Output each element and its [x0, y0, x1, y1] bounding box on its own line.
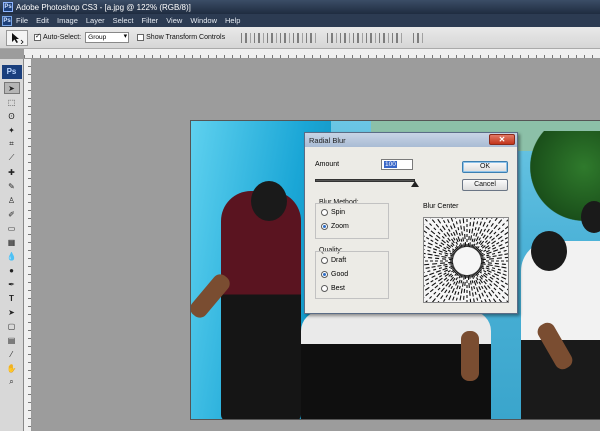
options-bar: Auto-Select: Group Show Transform Contro… — [0, 27, 600, 49]
window-title: Adobe Photoshop CS3 - [a.jpg @ 122% (RGB… — [16, 2, 191, 12]
show-transform-checkbox[interactable] — [137, 34, 145, 41]
draft-radio[interactable] — [321, 257, 328, 264]
radial-blur-dialog: Radial Blur ✕ Amount 100 OK Cancel Blur … — [304, 132, 518, 314]
blur-center-preview[interactable] — [423, 217, 509, 303]
path-select-tool-icon[interactable]: ➤ — [4, 306, 20, 318]
zoom-radio[interactable] — [321, 223, 328, 230]
move-tool-icon[interactable]: ➤ — [3, 82, 20, 94]
amount-slider-thumb[interactable] — [411, 181, 419, 187]
align-bottom-icon[interactable] — [267, 32, 278, 43]
photo-arm — [461, 331, 479, 381]
align-hcenter-icon[interactable] — [293, 32, 304, 43]
distribute-vcenter-icon[interactable] — [340, 32, 351, 43]
slice-tool-icon[interactable]: ⟋ — [4, 152, 20, 164]
spin-radio[interactable] — [321, 209, 328, 216]
zoom-tool-icon[interactable]: ⌕ — [4, 376, 20, 388]
photo-head-left — [251, 181, 287, 221]
auto-select-label: Auto-Select: — [43, 34, 82, 41]
spin-label: Spin — [331, 209, 346, 216]
menu-bar: Ps File Edit Image Layer Select Filter V… — [0, 14, 600, 27]
align-right-icon[interactable] — [306, 32, 317, 43]
distribute-top-icon[interactable] — [327, 32, 338, 43]
photo-head-far-right — [581, 201, 600, 233]
lasso-tool-icon[interactable]: ʘ — [4, 110, 20, 122]
quality-best-option[interactable]: Best — [321, 285, 345, 292]
good-radio[interactable] — [321, 271, 328, 278]
dodge-tool-icon[interactable]: ● — [4, 264, 20, 276]
magic-wand-tool-icon[interactable]: ✦ — [4, 124, 20, 136]
ruler-vertical[interactable] — [24, 59, 32, 431]
distribute-bottom-icon[interactable] — [353, 32, 364, 43]
quality-good-option[interactable]: Good — [321, 271, 348, 278]
photo-head-right — [531, 231, 567, 271]
draft-label: Draft — [331, 257, 347, 264]
crop-tool-icon[interactable]: ⌗ — [4, 138, 20, 150]
dialog-title: Radial Blur — [309, 135, 346, 145]
best-radio[interactable] — [321, 285, 328, 292]
eraser-tool-icon[interactable]: ▭ — [4, 222, 20, 234]
best-label: Best — [331, 285, 346, 292]
photo-person-right — [521, 241, 600, 419]
show-transform-label: Show Transform Controls — [146, 34, 226, 41]
menu-view[interactable]: View — [166, 16, 182, 25]
hand-tool-icon[interactable]: ✋ — [4, 362, 20, 374]
brush-tool-icon[interactable]: ✎ — [4, 180, 20, 192]
align-left-icon[interactable] — [280, 32, 291, 43]
marquee-tool-icon[interactable]: ⬚ — [4, 96, 20, 108]
dialog-title-bar[interactable]: Radial Blur ✕ — [305, 133, 517, 147]
toolbox: Ps ➤ ⬚ ʘ ✦ ⌗ ⟋ ✚ ✎ ♙ ✐ ▭ ▦ 💧 ● ✒ T ➤ ▢ ▤… — [0, 59, 24, 431]
type-tool-icon[interactable]: T — [4, 292, 20, 304]
auto-select-checkbox[interactable] — [34, 32, 41, 41]
blur-tool-icon[interactable]: 💧 — [4, 250, 20, 262]
distribute-hcenter-icon[interactable] — [379, 32, 390, 43]
blur-center-label: Blur Center — [423, 203, 459, 210]
stamp-tool-icon[interactable]: ♙ — [4, 194, 20, 206]
move-tool-icon — [12, 32, 24, 44]
blur-method-zoom-option[interactable]: Zoom — [321, 223, 349, 230]
notes-tool-icon[interactable]: ▤ — [4, 334, 20, 346]
align-buttons — [241, 32, 426, 43]
auto-align-icon[interactable] — [413, 32, 424, 43]
tool-preset-picker[interactable] — [6, 29, 28, 46]
auto-select-dropdown[interactable]: Group — [85, 32, 130, 43]
title-bar: Ps Adobe Photoshop CS3 - [a.jpg @ 122% (… — [0, 0, 600, 14]
photoshop-menu-icon[interactable]: Ps — [2, 15, 12, 26]
amount-value: 100 — [384, 161, 397, 168]
eyedropper-tool-icon[interactable]: ⁄ — [4, 348, 20, 360]
align-top-icon[interactable] — [241, 32, 252, 43]
menu-help[interactable]: Help — [225, 16, 240, 25]
amount-label: Amount — [315, 161, 340, 168]
menu-filter[interactable]: Filter — [142, 16, 159, 25]
ruler-horizontal[interactable] — [24, 49, 600, 59]
pen-tool-icon[interactable]: ✒ — [4, 278, 20, 290]
quality-draft-option[interactable]: Draft — [321, 257, 346, 264]
history-brush-tool-icon[interactable]: ✐ — [4, 208, 20, 220]
good-label: Good — [331, 271, 349, 278]
distribute-right-icon[interactable] — [392, 32, 403, 43]
amount-input[interactable]: 100 — [381, 159, 413, 170]
healing-tool-icon[interactable]: ✚ — [4, 166, 20, 178]
blur-method-spin-option[interactable]: Spin — [321, 209, 345, 216]
gradient-tool-icon[interactable]: ▦ — [4, 236, 20, 248]
distribute-left-icon[interactable] — [366, 32, 377, 43]
cancel-button[interactable]: Cancel — [462, 179, 508, 191]
photoshop-logo: Ps — [1, 65, 22, 79]
align-vcenter-icon[interactable] — [254, 32, 265, 43]
shape-tool-icon[interactable]: ▢ — [4, 320, 20, 332]
menu-image[interactable]: Image — [57, 16, 78, 25]
dialog-close-button[interactable]: ✕ — [489, 134, 515, 145]
menu-select[interactable]: Select — [113, 16, 134, 25]
menu-layer[interactable]: Layer — [86, 16, 105, 25]
ok-button[interactable]: OK — [462, 161, 508, 173]
photo-person-left — [221, 191, 301, 419]
zoom-label: Zoom — [331, 223, 349, 230]
menu-window[interactable]: Window — [190, 16, 217, 25]
photoshop-app-icon: Ps — [3, 2, 13, 12]
menu-file[interactable]: File — [16, 16, 28, 25]
amount-slider[interactable] — [315, 179, 415, 182]
zoom-rays-graphic — [424, 218, 508, 302]
menu-edit[interactable]: Edit — [36, 16, 49, 25]
